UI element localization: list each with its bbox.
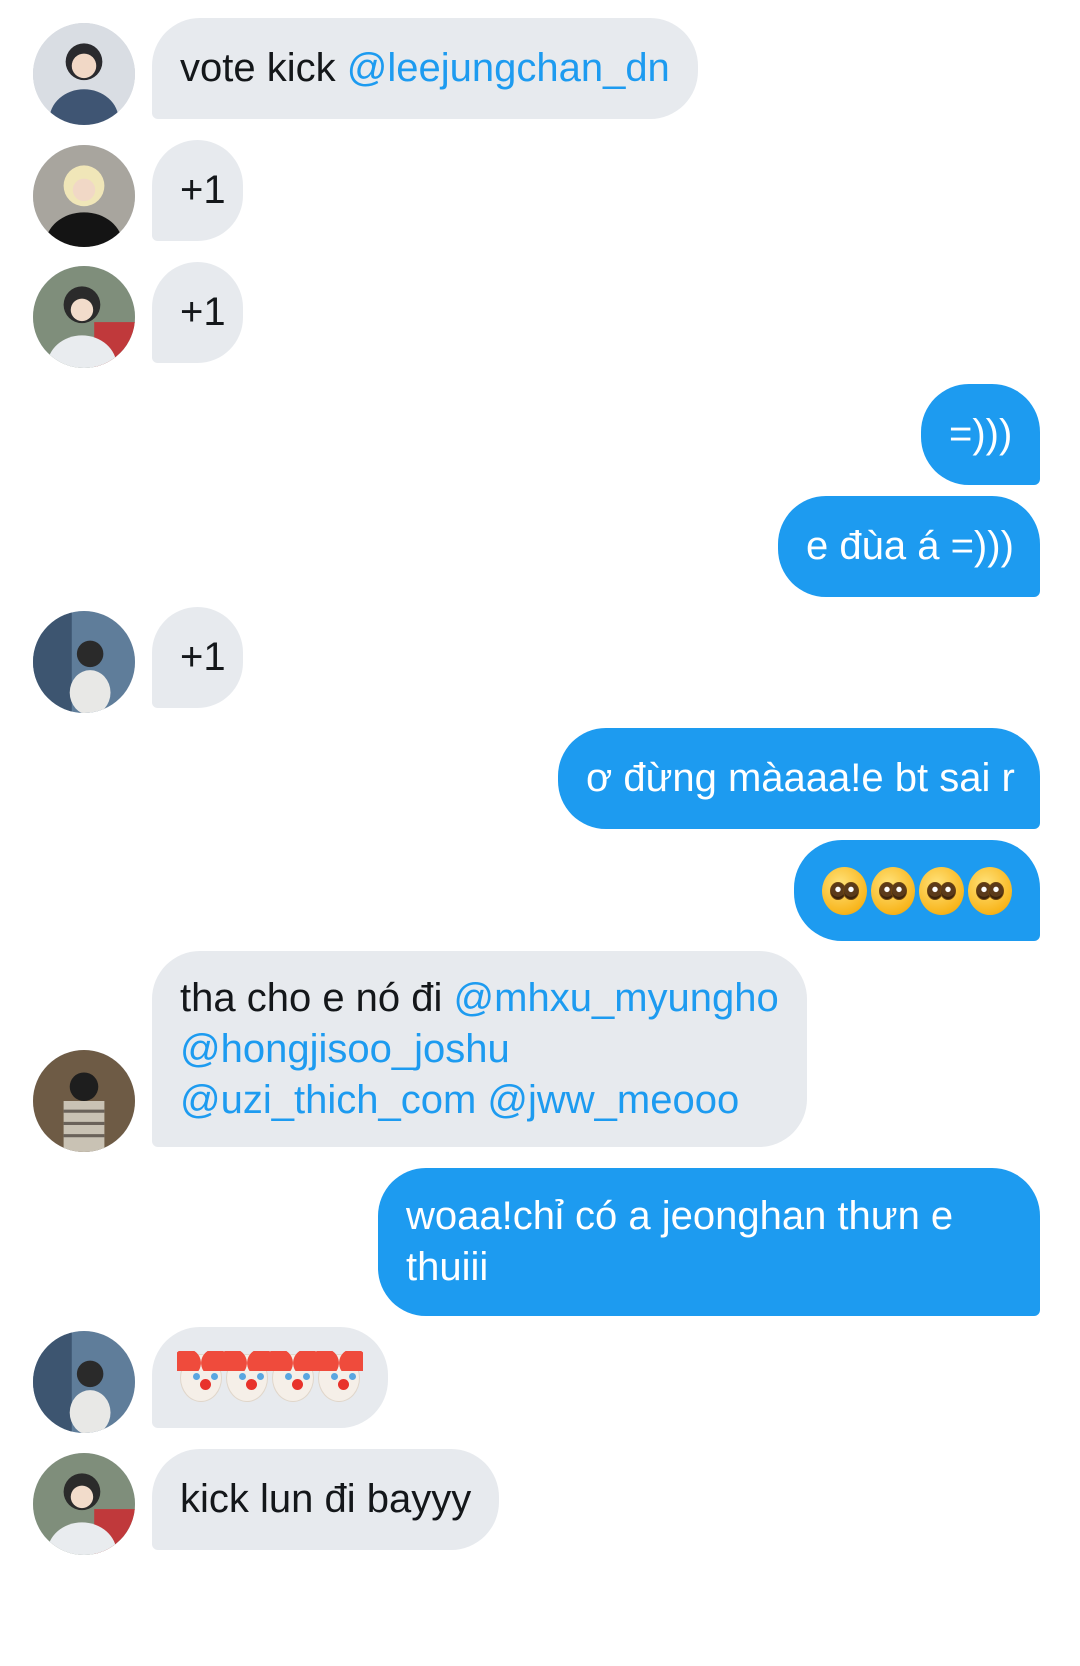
message-text: tha cho e nó đi	[180, 975, 454, 1020]
message-text: kick lun đi bayyy	[180, 1477, 472, 1521]
message-line: @uzi_thich_com @jww_meooo	[180, 1075, 779, 1126]
message-bubble[interactable]: =)))	[921, 384, 1040, 485]
avatar[interactable]	[33, 1331, 135, 1433]
pleading-face-icon	[919, 866, 964, 915]
message-text: +1	[180, 168, 226, 212]
user-mention-link[interactable]: @leejungchan_dn	[347, 46, 670, 90]
message-bubble[interactable]: kick lun đi bayyy	[152, 1449, 500, 1550]
message-text: vote kick	[180, 46, 347, 90]
clown-face-icon	[177, 1350, 225, 1402]
message-bubble[interactable]: +1	[152, 140, 243, 241]
emoji-row	[177, 1350, 363, 1402]
avatar[interactable]	[33, 1050, 135, 1152]
message-text: ơ đừng màaaa!e bt sai r	[586, 756, 1015, 800]
message-line: thuiii	[406, 1245, 489, 1289]
user-mention-link[interactable]: @hongjisoo_joshu	[180, 1027, 510, 1071]
message-text: +1	[180, 290, 226, 334]
pleading-face-icon	[870, 866, 915, 915]
message-bubble[interactable]	[152, 1327, 388, 1428]
chat-thread[interactable]: vote kick @leejungchan_dn +1 +1 =))) e đ…	[0, 0, 1080, 1666]
avatar[interactable]	[33, 611, 135, 713]
clown-face-icon	[269, 1350, 317, 1402]
message-line: tha cho e nó đi @mhxu_myungho	[180, 973, 779, 1024]
message-line: woaa!chỉ có a jeonghan thưn e	[406, 1194, 954, 1238]
message-line: @hongjisoo_joshu	[180, 1024, 779, 1075]
avatar[interactable]	[33, 145, 135, 247]
user-mention-link[interactable]: @mhxu_myungho	[454, 976, 779, 1020]
emoji-row	[822, 866, 1012, 915]
message-bubble[interactable]: +1	[152, 607, 243, 708]
pleading-face-icon	[822, 866, 867, 915]
clown-face-icon	[315, 1350, 363, 1402]
message-text: =)))	[949, 412, 1013, 456]
message-bubble[interactable]: tha cho e nó đi @mhxu_myungho @hongjisoo…	[152, 951, 807, 1147]
user-mention-link[interactable]: @uzi_thich_com @jww_meooo	[180, 1078, 739, 1122]
message-bubble[interactable]: vote kick @leejungchan_dn	[152, 18, 698, 119]
message-bubble[interactable]: +1	[152, 262, 243, 363]
avatar[interactable]	[33, 23, 135, 125]
message-text: e đùa á =)))	[806, 524, 1014, 568]
avatar[interactable]	[33, 1453, 135, 1555]
pleading-face-icon	[967, 866, 1012, 915]
message-bubble[interactable]: woaa!chỉ có a jeonghan thưn e thuiii	[378, 1168, 1040, 1316]
avatar[interactable]	[33, 266, 135, 368]
message-bubble[interactable]	[794, 840, 1040, 941]
clown-face-icon	[223, 1350, 271, 1402]
message-text: +1	[180, 635, 226, 679]
message-bubble[interactable]: ơ đừng màaaa!e bt sai r	[558, 728, 1040, 829]
message-bubble[interactable]: e đùa á =)))	[778, 496, 1040, 597]
